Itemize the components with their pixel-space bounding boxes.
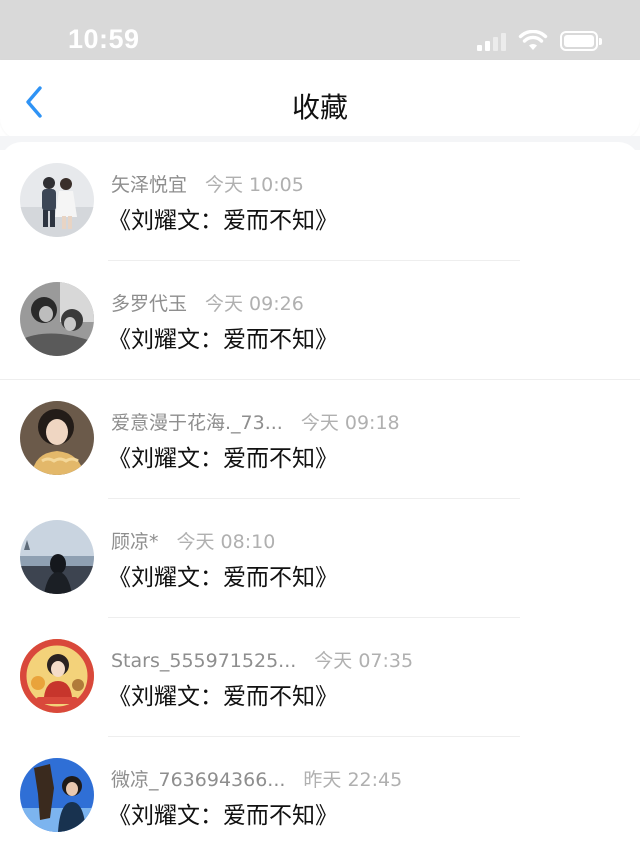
avatar[interactable] [20, 639, 94, 713]
status-icons [477, 30, 602, 52]
avatar[interactable] [20, 282, 94, 356]
user-name[interactable]: Stars_555971525... [111, 650, 296, 672]
user-name[interactable]: 爱意漫于花海._73... [111, 408, 283, 435]
favorite-title[interactable]: 《刘耀文：爱而不知》 [108, 320, 338, 354]
avatar[interactable] [20, 758, 94, 832]
nav-bar: 收藏 [0, 60, 640, 140]
favorite-item[interactable]: 微凉_763694366... 昨天 22:45 《刘耀文：爱而不知》 [0, 737, 640, 854]
favorite-item[interactable]: 爱意漫于花海._73... 今天 09:18 《刘耀文：爱而不知》 [0, 380, 640, 499]
battery-icon [560, 31, 602, 51]
item-meta: 爱意漫于花海._73... 今天 09:18 [111, 408, 400, 435]
favorites-list: 矢泽悦宜 今天 10:05 《刘耀文：爱而不知》 多罗代玉 今天 09:26 《… [0, 142, 640, 854]
timestamp: 今天 07:35 [314, 650, 414, 672]
item-meta: Stars_555971525... 今天 07:35 [111, 646, 413, 673]
user-name[interactable]: 顾凉* [111, 527, 159, 554]
favorite-title[interactable]: 《刘耀文：爱而不知》 [108, 439, 338, 473]
item-meta: 顾凉* 今天 08:10 [111, 527, 275, 554]
user-name[interactable]: 微凉_763694366... [111, 765, 285, 792]
item-meta: 多罗代玉 今天 09:26 [111, 289, 304, 316]
favorite-item[interactable]: 矢泽悦宜 今天 10:05 《刘耀文：爱而不知》 [0, 142, 640, 261]
timestamp: 今天 09:18 [300, 412, 400, 434]
favorite-item[interactable]: Stars_555971525... 今天 07:35 《刘耀文：爱而不知》 [0, 618, 640, 737]
favorite-item[interactable]: 多罗代玉 今天 09:26 《刘耀文：爱而不知》 [0, 261, 640, 380]
favorite-title[interactable]: 《刘耀文：爱而不知》 [108, 558, 338, 592]
favorite-item[interactable]: 顾凉* 今天 08:10 《刘耀文：爱而不知》 [0, 499, 640, 618]
status-time: 10:59 [68, 24, 140, 54]
avatar[interactable] [20, 401, 94, 475]
favorite-title[interactable]: 《刘耀文：爱而不知》 [108, 677, 338, 711]
page-title: 收藏 [291, 91, 348, 124]
avatar[interactable] [20, 163, 94, 237]
avatar[interactable] [20, 520, 94, 594]
item-meta: 微凉_763694366... 昨天 22:45 [111, 765, 402, 792]
user-name[interactable]: 多罗代玉 [111, 289, 187, 316]
favorite-title[interactable]: 《刘耀文：爱而不知》 [108, 796, 338, 830]
timestamp: 今天 10:05 [205, 174, 304, 196]
user-name[interactable]: 矢泽悦宜 [111, 170, 187, 197]
wifi-icon [518, 30, 548, 50]
favorite-title[interactable]: 《刘耀文：爱而不知》 [108, 201, 338, 235]
timestamp: 今天 09:26 [205, 293, 304, 315]
timestamp: 昨天 22:45 [303, 769, 403, 791]
item-meta: 矢泽悦宜 今天 10:05 [111, 170, 304, 197]
signal-icon [477, 31, 506, 51]
status-bar: 10:59 [0, 0, 640, 64]
timestamp: 今天 08:10 [176, 531, 276, 553]
